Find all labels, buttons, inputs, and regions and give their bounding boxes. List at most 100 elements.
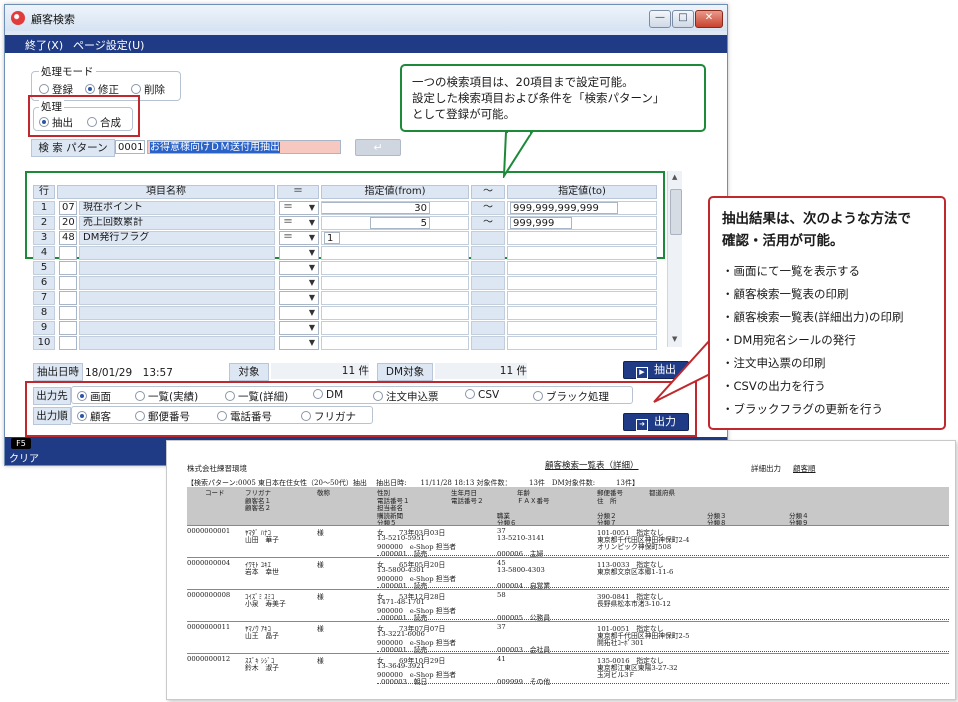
chevron-down-icon[interactable]: ▼ [309,277,315,289]
to-value-input[interactable]: 999,999 [510,217,572,229]
to-value-cell[interactable] [507,246,657,260]
item-name-field[interactable]: DM発行フラグ [79,231,275,245]
operator-select[interactable]: ▼ [279,276,319,290]
from-value-cell[interactable]: 30 [321,201,469,215]
dest-list-detail-radio[interactable]: 一覧(詳細) [225,389,288,404]
to-value-cell[interactable] [507,231,657,245]
to-value-cell[interactable] [507,306,657,320]
from-value-cell[interactable] [321,321,469,335]
item-code-input[interactable] [59,336,77,350]
item-code-input[interactable] [59,291,77,305]
operator-select[interactable]: ▼ [279,306,319,320]
to-value-cell[interactable] [507,321,657,335]
maximize-button[interactable]: □ [672,10,694,28]
to-value-cell[interactable]: 999,999,999,999 [507,201,657,215]
from-value-cell[interactable] [321,336,469,350]
item-name-field[interactable] [79,291,275,305]
to-value-cell[interactable] [507,291,657,305]
operator-select[interactable]: ▼ [279,321,319,335]
operator-select[interactable]: ▼ [279,246,319,260]
order-customer-radio[interactable]: 顧客 [77,409,111,424]
to-value-cell[interactable] [507,261,657,275]
chevron-down-icon[interactable]: ▼ [309,217,315,229]
dest-dm-radio[interactable]: DM [313,389,343,401]
item-name-field[interactable] [79,276,275,290]
clear-function-key[interactable]: クリア [9,450,39,465]
scroll-up-icon[interactable]: ▲ [672,173,677,181]
row-number: 7 [33,291,55,305]
dest-screen-radio[interactable]: 画面 [77,389,111,404]
apply-pattern-button[interactable]: ↵ [355,139,401,156]
item-name-field[interactable] [79,261,275,275]
minimize-button[interactable]: — [649,10,671,28]
target-count-label: 対象 [229,363,269,381]
operator-select[interactable]: ＝ ▼ [279,216,319,230]
from-value-cell[interactable] [321,246,469,260]
item-name-field[interactable] [79,306,275,320]
search-pattern-name-input[interactable]: お得意様向けＤＭ送付用抽出 [147,140,341,154]
operator-select[interactable]: ＝ ▼ [279,201,319,215]
output-button[interactable]: ➜ 出力 [623,413,689,431]
process-merge-radio[interactable]: 合成 [87,115,121,130]
item-code-input[interactable] [59,306,77,320]
chevron-down-icon[interactable]: ▼ [309,337,315,349]
operator-select[interactable]: ▼ [279,336,319,350]
order-kana-radio[interactable]: フリガナ [301,409,356,424]
output-icon: ➜ [636,419,648,431]
col-header-line: 行 [33,185,55,199]
item-code-input[interactable] [59,246,77,260]
chevron-down-icon[interactable]: ▼ [309,262,315,274]
report-cell-job: 009999 その他 [497,678,551,686]
item-name-field[interactable] [79,336,275,350]
order-zip-radio[interactable]: 郵便番号 [135,409,190,424]
chevron-down-icon[interactable]: ▼ [309,292,315,304]
callout-top-line: 設定した検索項目および条件を「検索パターン」 [412,91,665,105]
menu-page-setup[interactable]: ページ設定(U) [73,37,144,53]
dest-black-radio[interactable]: ブラック処理 [533,389,609,404]
chevron-down-icon[interactable]: ▼ [309,202,315,214]
from-value-cell[interactable] [321,291,469,305]
row-number: 9 [33,321,55,335]
from-value-cell[interactable]: 1 [321,231,469,245]
dest-order-form-radio[interactable]: 注文申込票 [373,389,439,404]
chevron-down-icon[interactable]: ▼ [309,232,315,244]
item-name-field[interactable] [79,246,275,260]
item-code-input[interactable]: 07 [59,201,77,215]
criteria-scrollbar[interactable]: ▲ ▼ [667,171,682,347]
item-code-input[interactable] [59,276,77,290]
operator-select[interactable]: ▼ [279,261,319,275]
from-value-cell[interactable] [321,261,469,275]
from-value-cell[interactable] [321,276,469,290]
to-value-cell[interactable] [507,276,657,290]
menu-exit[interactable]: 終了(X) [25,37,63,53]
chevron-down-icon[interactable]: ▼ [309,307,315,319]
to-value-input[interactable]: 999,999,999,999 [510,202,618,214]
from-value-cell[interactable] [321,306,469,320]
search-pattern-code-input[interactable]: 0001 [115,140,145,154]
item-code-input[interactable] [59,321,77,335]
from-value-input[interactable]: 30 [322,202,430,214]
operator-select[interactable]: ▼ [279,291,319,305]
from-value-cell[interactable]: 5 [321,216,469,230]
dest-csv-radio[interactable]: CSV [465,389,499,401]
operator-select[interactable]: ＝ ▼ [279,231,319,245]
chevron-down-icon[interactable]: ▼ [309,247,315,259]
dest-list-results-radio[interactable]: 一覧(実績) [135,389,198,404]
report-cell-name: 岩本 幸世 [245,568,279,576]
order-phone-radio[interactable]: 電話番号 [217,409,272,424]
item-name-field[interactable]: 売上回数累計 [79,216,275,230]
to-value-cell[interactable] [507,336,657,350]
from-value-input[interactable]: 5 [370,217,430,229]
item-code-input[interactable] [59,261,77,275]
scroll-thumb[interactable] [670,189,682,235]
to-value-cell[interactable]: 999,999 [507,216,657,230]
search-pattern-name-text: お得意様向けＤＭ送付用抽出 [150,142,280,153]
item-name-field[interactable]: 現在ポイント [79,201,275,215]
from-value-input[interactable]: 1 [324,232,340,244]
item-name-field[interactable] [79,321,275,335]
item-code-input[interactable]: 20 [59,216,77,230]
close-button[interactable]: ✕ [695,10,723,28]
item-code-input[interactable]: 48 [59,231,77,245]
chevron-down-icon[interactable]: ▼ [309,322,315,334]
process-extract-radio[interactable]: 抽出 [39,115,73,130]
